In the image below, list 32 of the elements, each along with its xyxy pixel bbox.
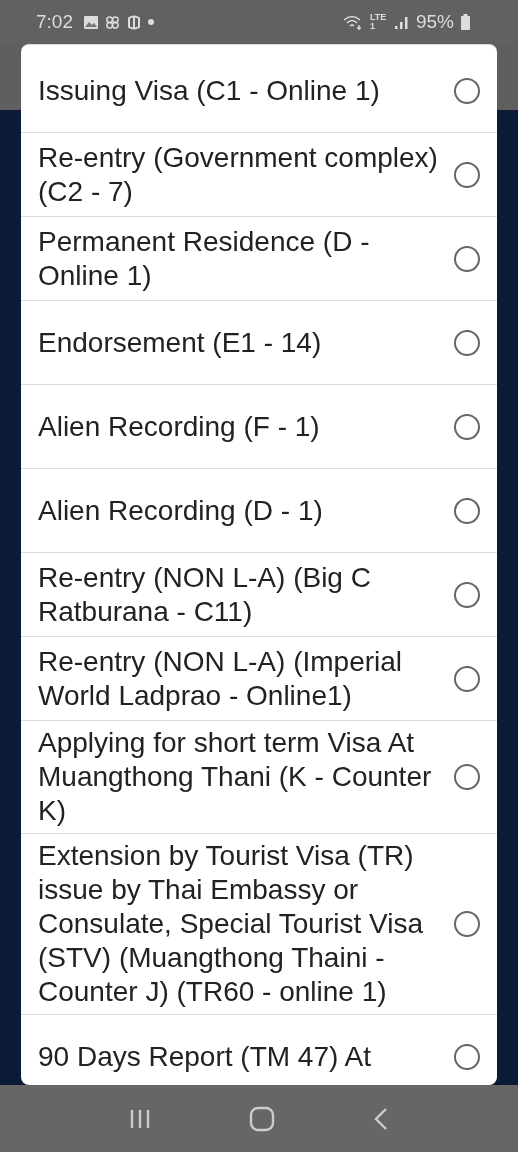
dot-icon [148,19,154,25]
option-item[interactable]: Endorsement (E1 - 14) [21,301,497,385]
signal-icon [394,15,409,29]
option-item[interactable]: Alien Recording (F - 1) [21,385,497,469]
network-label: LTE1 [369,13,388,31]
battery-icon [461,14,470,30]
option-item[interactable]: Re-entry (NON L-A) (Big C Ratburana - C11) [21,553,497,637]
radio-button[interactable] [454,413,480,440]
option-item[interactable]: Permanent Residence (D - Online 1) [21,217,497,301]
option-item[interactable]: Re-entry (NON L-A) (Imperial World Ladprao - Online1) [21,637,497,721]
wifi-icon [342,14,363,30]
option-item[interactable]: Alien Recording (D - 1) [21,469,497,553]
home-icon[interactable] [249,1105,275,1132]
status-time: 7:02 [36,11,73,33]
gallery-icon [84,15,98,29]
radio-button[interactable] [454,911,480,937]
radio-button[interactable] [454,581,480,608]
radio-button[interactable] [454,329,480,356]
option-item[interactable]: Extension by Tourist Visa (TR) issue by Thai Embassy or Consulate, Special Tourist Visa (STV) (Muangthong Thaini - Counter J) (TR60 - online 1) [21,834,497,1015]
battery-percentage: 95% [415,11,454,33]
option-item[interactable]: Applying for short term Visa At Muangthong Thani (K - Counter K) [21,721,497,834]
radio-button[interactable] [454,665,480,692]
radio-button[interactable] [454,497,480,524]
radio-button[interactable] [454,161,480,188]
recent-apps-icon[interactable] [129,1107,151,1130]
radio-button[interactable] [454,1043,480,1070]
radio-button[interactable] [454,764,480,790]
option-item[interactable]: Re-entry (Government complex) (C2 - 7) [21,133,497,217]
back-icon[interactable] [373,1106,389,1131]
radio-button[interactable] [454,245,480,272]
radio-button[interactable] [454,77,480,104]
option-item[interactable]: Issuing Visa (C1 - Online 1) [21,49,497,133]
